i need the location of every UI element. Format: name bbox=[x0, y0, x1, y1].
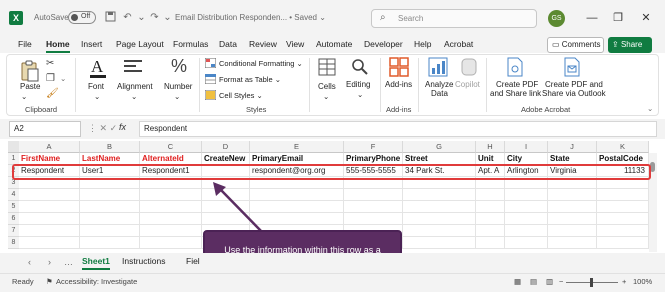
tab-prev-icon[interactable]: ‹ bbox=[28, 257, 31, 267]
normal-view-icon[interactable]: ▦ bbox=[514, 277, 521, 286]
accessibility-icon: ⚑ bbox=[46, 277, 53, 286]
tab-next-icon[interactable]: › bbox=[48, 257, 51, 267]
tab-sheet1[interactable]: Sheet1 bbox=[82, 256, 110, 266]
zoom-level[interactable]: 100% bbox=[633, 277, 652, 286]
tab-more-icon[interactable]: … bbox=[64, 257, 73, 267]
page-break-view-icon[interactable]: ▥ bbox=[546, 277, 553, 286]
status-ready: Ready bbox=[12, 277, 34, 286]
zoom-in-button[interactable]: + bbox=[622, 277, 626, 286]
page-layout-view-icon[interactable]: ▤ bbox=[530, 277, 537, 286]
accessibility-status[interactable]: Accessibility: Investigate bbox=[56, 277, 137, 286]
tab-instructions[interactable]: Instructions bbox=[122, 256, 165, 266]
tab-fields[interactable]: Fiel bbox=[186, 256, 200, 266]
zoom-slider-knob[interactable] bbox=[590, 278, 593, 287]
active-sheet-indicator bbox=[82, 268, 110, 270]
zoom-out-button[interactable]: − bbox=[559, 277, 563, 286]
